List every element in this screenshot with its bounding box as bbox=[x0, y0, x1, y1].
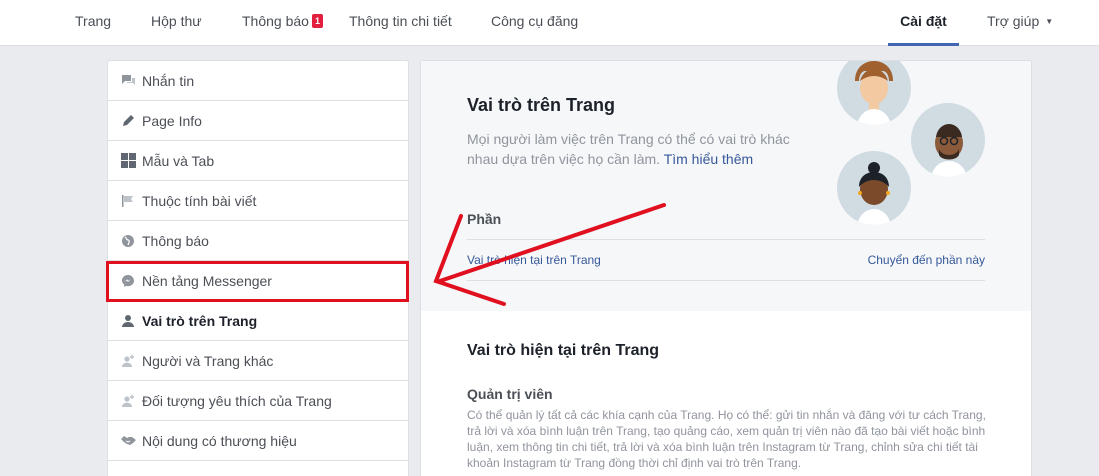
annotation-arrow bbox=[433, 203, 666, 306]
arrow-icon bbox=[433, 203, 666, 306]
